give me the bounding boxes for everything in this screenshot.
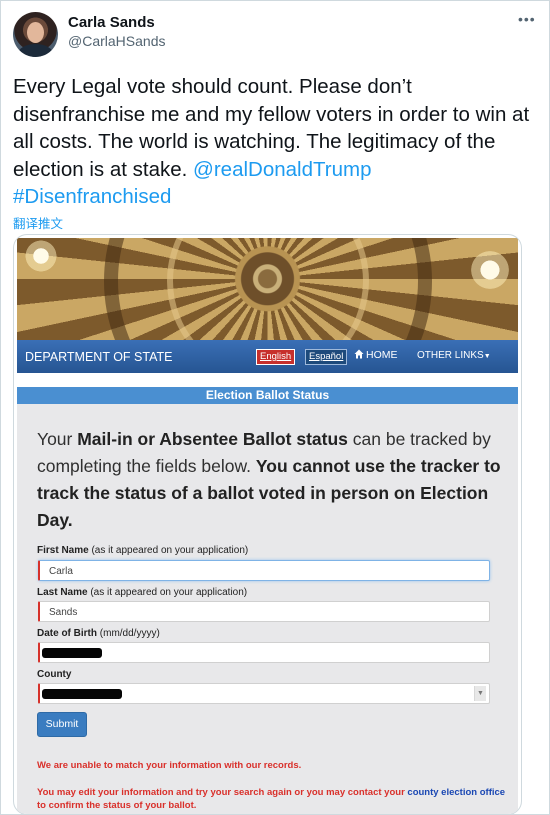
redaction-mark xyxy=(42,648,102,658)
author-name[interactable]: Carla Sands xyxy=(68,14,155,31)
avatar[interactable] xyxy=(13,12,58,57)
submit-button[interactable]: Submit xyxy=(37,712,87,737)
hashtag-link[interactable]: #Disenfranchised xyxy=(13,185,171,208)
error-contact-a: You may edit your information and try yo… xyxy=(37,787,408,798)
chandelier-right xyxy=(468,248,512,292)
dob-input[interactable] xyxy=(38,642,490,663)
intro-p1: Your xyxy=(37,429,78,449)
mention-link[interactable]: @realDonaldTrump xyxy=(193,158,371,181)
state-navbar: DEPARTMENT OF STATE English Español HOME… xyxy=(17,340,518,373)
error-no-match: We are unable to match your information … xyxy=(37,760,302,771)
county-label: County xyxy=(37,669,71,680)
tweet-text: Every Legal vote should count. Please do… xyxy=(13,73,538,211)
ballot-form-panel: Your Mail-in or Absentee Ballot status c… xyxy=(17,404,518,814)
county-label-text: County xyxy=(37,669,72,680)
caret-down-icon: ▼ xyxy=(483,353,491,360)
dome-inner-ring xyxy=(166,238,369,340)
espanol-link[interactable]: Español xyxy=(305,349,348,365)
home-icon xyxy=(354,349,364,359)
author-handle[interactable]: @CarlaHSands xyxy=(68,33,165,49)
error-contact-b: to confirm the status of your ballot. xyxy=(37,800,197,811)
select-arrow-icon: ▼ xyxy=(474,686,486,701)
first-name-hint: (as it appeared on your application) xyxy=(88,545,249,556)
last-name-hint: (as it appeared on your application) xyxy=(87,587,248,598)
error-contact-message: You may edit your information and try yo… xyxy=(37,786,507,812)
navbar-gap xyxy=(17,373,518,387)
avatar-shoulders xyxy=(18,44,53,57)
tweet-image-card[interactable]: DEPARTMENT OF STATE English Español HOME… xyxy=(13,234,522,815)
county-election-office-link[interactable]: county election office xyxy=(407,787,505,798)
english-link[interactable]: English xyxy=(256,349,296,365)
capitol-dome-banner xyxy=(17,238,518,340)
other-links-label: OTHER LINKS xyxy=(417,350,484,361)
dob-label: Date of Birth (mm/dd/yyyy) xyxy=(37,628,160,639)
first-name-input[interactable]: Carla xyxy=(38,560,490,581)
translate-tweet-link[interactable]: 翻译推文 xyxy=(13,213,63,232)
last-name-label-text: Last Name xyxy=(37,587,88,598)
avatar-face xyxy=(27,22,44,43)
redaction-mark xyxy=(42,689,122,699)
county-select[interactable]: ▼ xyxy=(38,683,490,704)
status-title-bar: Election Ballot Status xyxy=(17,387,518,404)
dob-label-text: Date of Birth xyxy=(37,628,97,639)
chandelier-left xyxy=(23,238,59,274)
intro-text: Your Mail-in or Absentee Ballot status c… xyxy=(37,426,507,534)
last-name-label: Last Name (as it appeared on your applic… xyxy=(37,587,247,598)
first-name-label-text: First Name xyxy=(37,545,89,556)
more-options-icon[interactable]: ••• xyxy=(518,12,536,26)
other-links-dropdown[interactable]: OTHER LINKS▼ xyxy=(417,350,491,361)
first-name-label: First Name (as it appeared on your appli… xyxy=(37,545,248,556)
home-link[interactable]: HOME xyxy=(354,349,398,361)
intro-p1-bold: Mail-in or Absentee Ballot status xyxy=(77,429,348,449)
last-name-input[interactable]: Sands xyxy=(38,601,490,622)
home-label: HOME xyxy=(366,349,398,361)
department-title: DEPARTMENT OF STATE xyxy=(25,350,173,364)
dob-hint: (mm/dd/yyyy) xyxy=(97,628,160,639)
